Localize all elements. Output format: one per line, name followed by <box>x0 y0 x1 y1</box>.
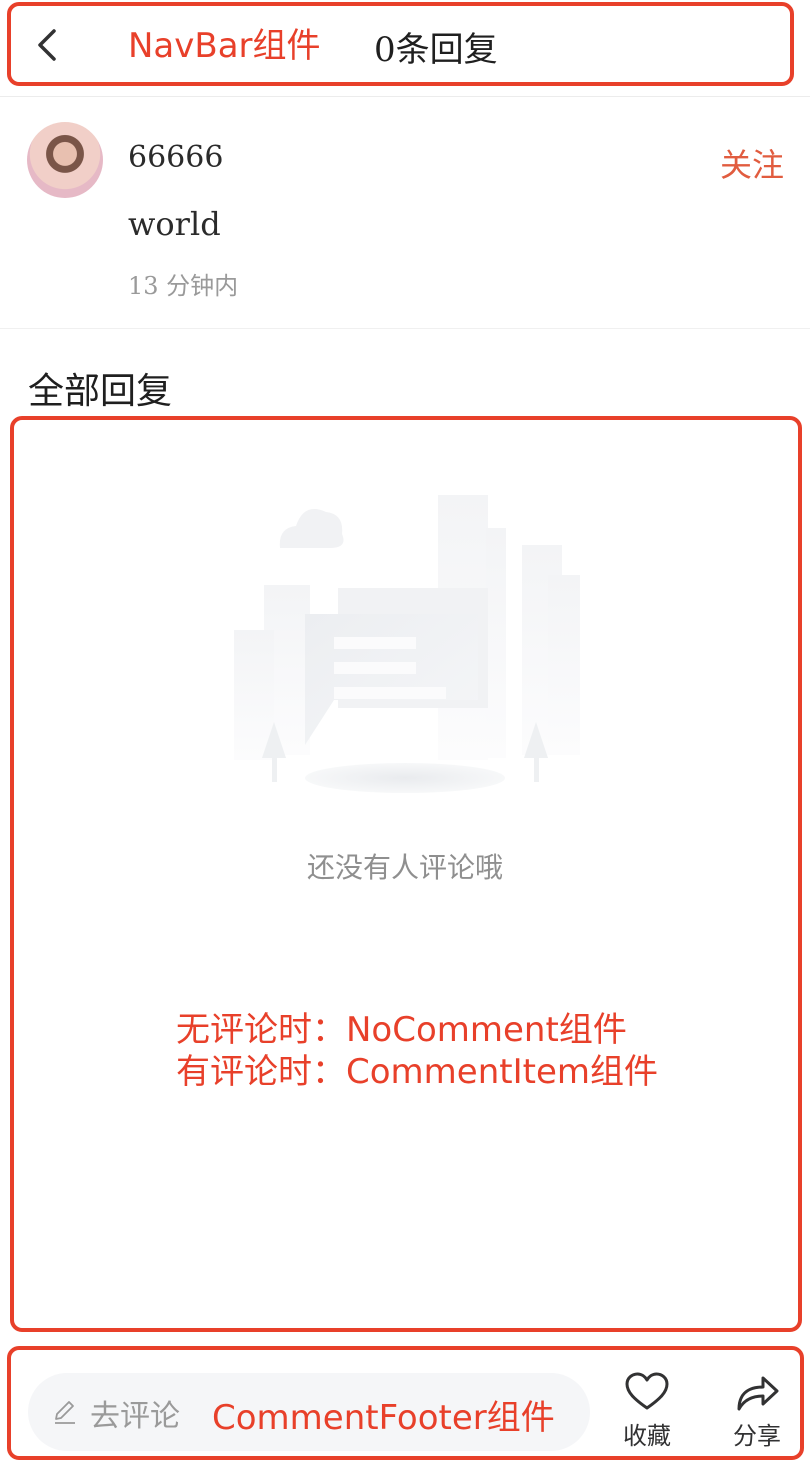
has-comment-annotation-label: 有评论时：CommentItem组件 <box>176 1052 658 1092</box>
section-title: 全部回复 <box>28 371 173 412</box>
comment-list-annotation-box <box>10 416 802 1332</box>
reply-time: 13 分钟内 <box>128 272 239 300</box>
reply-content: world <box>128 205 221 243</box>
follow-button[interactable]: 关注 <box>720 140 784 186</box>
avatar[interactable] <box>27 122 103 198</box>
navbar-annotation-label: NavBar组件 <box>128 26 321 66</box>
footer-annotation-label: CommentFooter组件 <box>212 1398 555 1438</box>
nav-divider <box>0 96 810 97</box>
navbar-annotation-box <box>7 2 794 86</box>
username[interactable]: 66666 <box>128 140 223 175</box>
divider <box>0 328 810 329</box>
